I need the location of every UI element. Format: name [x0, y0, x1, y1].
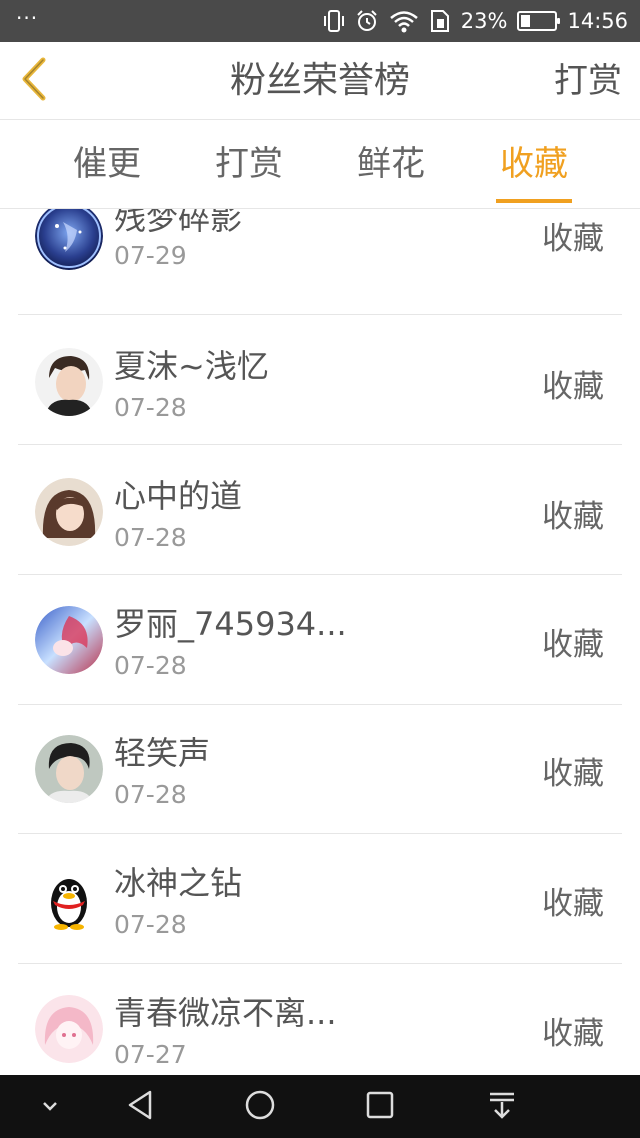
wifi-icon	[389, 9, 419, 33]
tab-label: 催更	[73, 144, 141, 184]
menu-dots: ···	[16, 6, 39, 30]
user-name: 心中的道	[114, 477, 243, 515]
item-date: 07-28	[114, 780, 187, 809]
vibrate-icon	[323, 9, 345, 33]
status-icons: 23% 14:56	[323, 0, 628, 42]
avatar	[35, 735, 103, 803]
list-item[interactable]: 心中的道 07-28 收藏	[18, 445, 622, 575]
reward-button[interactable]: 打赏	[554, 42, 622, 120]
item-action-label: 收藏	[542, 756, 604, 792]
back-triangle-icon	[125, 1089, 155, 1125]
battery-fill	[521, 15, 530, 27]
fan-list[interactable]: 残梦碎影 07-29 收藏 夏沫~浅忆 07-28 收藏 心中的道 07-28 …	[0, 209, 640, 1075]
user-name: 罗丽_745934...	[114, 605, 347, 643]
nav-hide-button[interactable]	[30, 1075, 70, 1138]
battery-percent: 23%	[460, 9, 508, 33]
item-date: 07-28	[114, 523, 187, 552]
tab-label: 打赏	[215, 144, 283, 184]
alarm-icon	[355, 9, 379, 33]
avatar	[35, 348, 103, 416]
list-item[interactable]: 青春微凉不离... 07-27 收藏	[18, 964, 622, 1075]
tab-bar: 催更 打赏 鲜花 收藏	[0, 121, 640, 209]
tab-urge[interactable]: 催更	[70, 121, 144, 209]
avatar	[35, 209, 103, 270]
item-action-label: 收藏	[542, 499, 604, 535]
user-name: 冰神之钻	[114, 864, 243, 902]
nav-recents-button[interactable]	[358, 1075, 402, 1138]
item-date: 07-27	[114, 1040, 187, 1069]
list-item[interactable]: 冰神之钻 07-28 收藏	[18, 834, 622, 964]
active-tab-indicator	[496, 199, 572, 203]
item-date: 07-28	[114, 651, 187, 680]
tab-label: 鲜花	[357, 144, 425, 184]
battery-icon	[517, 11, 561, 31]
item-action-label: 收藏	[542, 1016, 604, 1052]
list-item[interactable]: 残梦碎影 07-29 收藏	[18, 209, 622, 315]
recents-square-icon	[365, 1090, 395, 1124]
system-nav-bar	[0, 1075, 640, 1138]
item-date: 07-29	[114, 241, 187, 270]
item-date: 07-28	[114, 393, 187, 422]
nav-notification-button[interactable]	[480, 1075, 524, 1138]
item-action-label: 收藏	[542, 221, 604, 257]
nav-back-button[interactable]	[118, 1075, 162, 1138]
tab-reward[interactable]: 打赏	[212, 121, 286, 209]
item-action-label: 收藏	[542, 369, 604, 405]
page-title: 粉丝荣誉榜	[229, 60, 410, 101]
chevron-down-icon	[41, 1097, 59, 1116]
app-header: 粉丝荣誉榜 打赏	[0, 42, 640, 120]
list-item[interactable]: 夏沫~浅忆 07-28 收藏	[18, 315, 622, 445]
home-circle-icon	[244, 1089, 276, 1125]
user-name: 轻笑声	[114, 734, 211, 772]
user-name: 夏沫~浅忆	[114, 347, 269, 385]
tab-flowers[interactable]: 鲜花	[354, 121, 428, 209]
list-item[interactable]: 罗丽_745934... 07-28 收藏	[18, 575, 622, 705]
tab-label: 收藏	[500, 144, 568, 184]
tab-favorites[interactable]: 收藏	[496, 121, 572, 209]
avatar	[35, 478, 103, 546]
item-date: 07-28	[114, 910, 187, 939]
item-action-label: 收藏	[542, 886, 604, 922]
sim-icon	[429, 9, 451, 33]
user-name: 残梦碎影	[114, 209, 243, 237]
clock: 14:56	[567, 9, 628, 33]
list-item[interactable]: 轻笑声 07-28 收藏	[18, 704, 622, 834]
avatar	[35, 995, 103, 1063]
user-name: 青春微凉不离...	[114, 994, 337, 1032]
qq-penguin-icon	[35, 865, 103, 933]
notification-pull-icon	[487, 1090, 517, 1124]
avatar	[35, 606, 103, 674]
nav-home-button[interactable]	[238, 1075, 282, 1138]
item-action-label: 收藏	[542, 627, 604, 663]
status-bar: ··· 23% 14:56	[0, 0, 640, 42]
